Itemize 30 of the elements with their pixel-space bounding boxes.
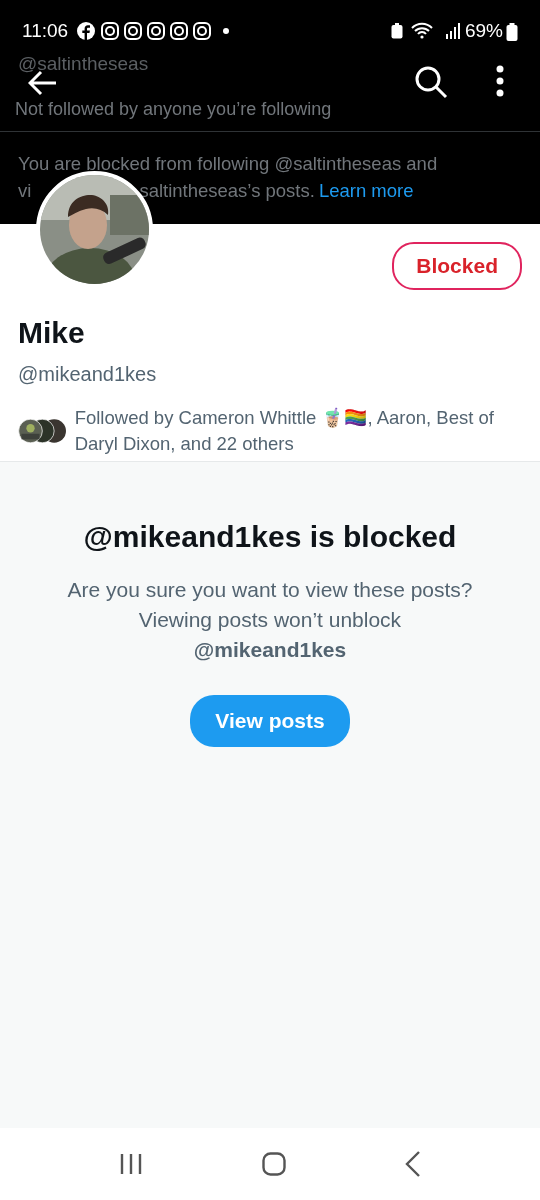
notification-icon [76,21,97,41]
home-icon[interactable] [262,1152,286,1176]
followed-by-text: Followed by Cameron Whittle 🧋🏳‍🌈, Aaron, Best of Daryl Dixon, and 22 others [74,405,495,456]
recent-apps-icon[interactable] [119,1153,144,1175]
battery-level: 69% [464,18,503,43]
notification-icon [123,21,144,41]
notification-icon [100,21,121,41]
profile-name: Mike [18,314,86,351]
blocked-title: @mikeand1kes is blocked [82,519,458,555]
view-posts-button[interactable]: View posts [190,695,350,747]
blocked-message: Are you sure you want to view these posts? Viewing posts won’t unblock @mikeand1kes [66,577,474,663]
battery-icon [506,22,518,41]
dot-icon [223,28,230,34]
battery-saver-icon [390,23,403,39]
notice-text: saltintheseas’s posts. [139,179,315,203]
learn-more-link[interactable]: Learn more [318,177,414,204]
follow-status: Not followed by anyone you’re following [15,98,332,121]
blocked-button[interactable]: Blocked [392,242,522,290]
notification-icon [146,21,167,41]
notice-text: You are blocked from following @saltintheseas and [18,152,439,176]
notice-text: vi [18,179,32,203]
clock-time: 11:06 [22,18,69,43]
profile-handle: @saltintheseas [18,52,149,76]
signal-icon [444,23,461,39]
search-icon[interactable] [414,65,448,99]
notification-icon [169,21,190,41]
profile-handle: @mikeand1kes [18,361,158,387]
more-options-icon[interactable] [495,65,505,97]
notification-icon [192,21,213,41]
back-icon[interactable] [404,1151,421,1177]
